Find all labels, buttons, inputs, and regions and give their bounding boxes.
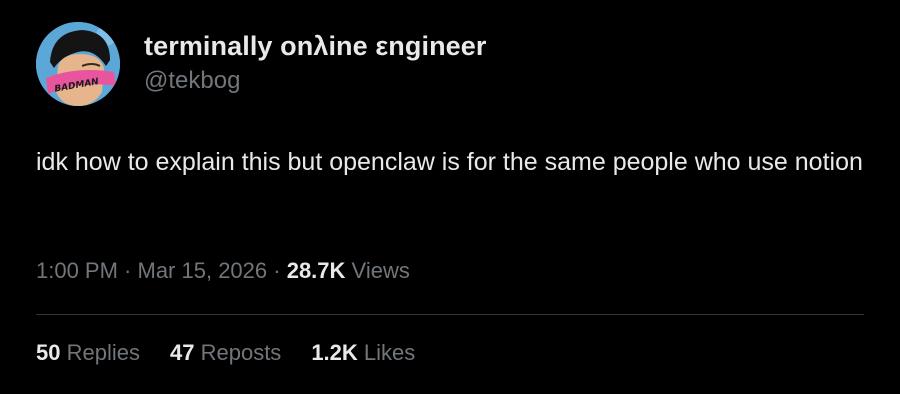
likes-stat[interactable]: 1.2K Likes [311,340,415,366]
divider [36,314,864,315]
reposts-stat[interactable]: 47 Reposts [170,340,281,366]
avatar-badman-icon: BADMAN [36,22,120,106]
reposts-label: Reposts [200,340,282,365]
tweet-text: idk how to explain this but openclaw is … [36,148,863,176]
tweet-time[interactable]: 1:00 PM [36,258,118,283]
tweet-date[interactable]: Mar 15, 2026 [138,258,268,283]
views-label: Views [351,258,410,283]
likes-count: 1.2K [311,340,358,365]
avatar[interactable]: BADMAN [36,22,120,106]
reposts-count: 47 [169,340,195,365]
engagement-stats: 50 Replies 47 Reposts 1.2K Likes [36,340,415,366]
views-count: 28.7K [286,258,346,283]
author-handle[interactable]: @tekbog [144,67,240,95]
meta-separator: · [267,258,287,283]
meta-separator: · [117,258,138,283]
replies-stat[interactable]: 50 Replies [36,340,140,366]
tweet-meta: 1:00 PM · Mar 15, 2026 · 28.7K Views [36,258,410,284]
tweet-card: BADMAN terminally onλine εngineer @tekbo… [0,0,900,394]
likes-label: Likes [363,340,416,365]
replies-label: Replies [66,340,140,365]
replies-count: 50 [36,340,61,365]
author-display-name[interactable]: terminally onλine εngineer [144,31,487,62]
